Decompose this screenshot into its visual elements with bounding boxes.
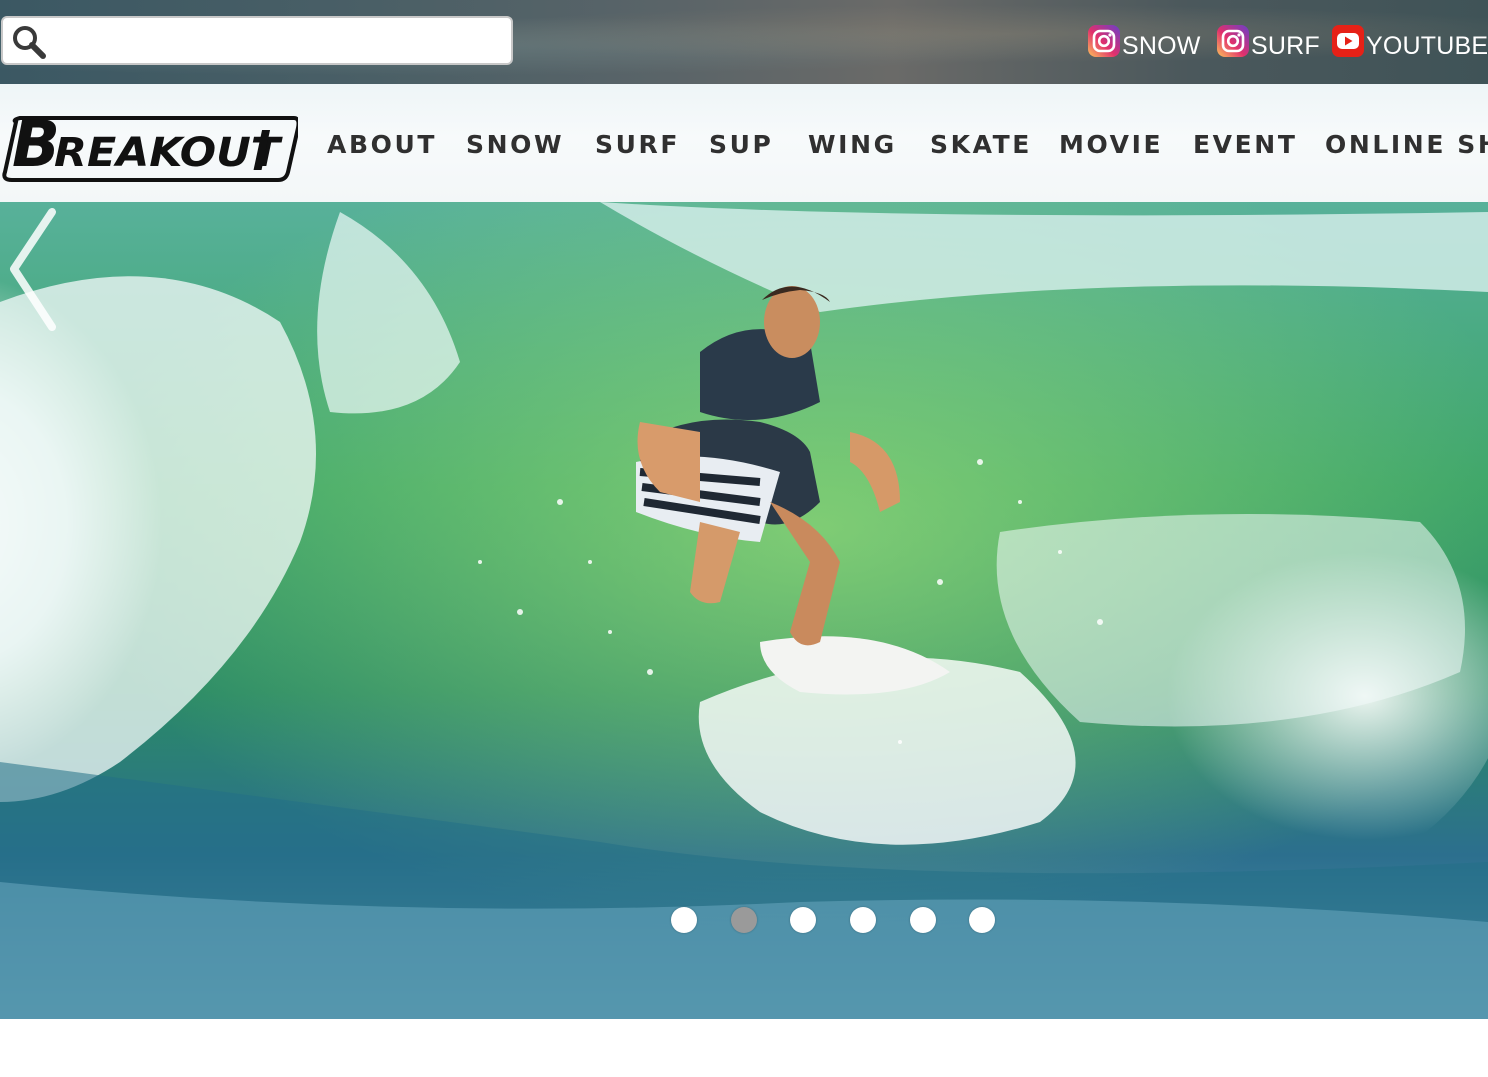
- slider-dot-active[interactable]: [731, 907, 757, 933]
- instagram-icon: [1088, 25, 1120, 57]
- slider-dot[interactable]: [850, 907, 876, 933]
- top-bar: SNOW SURF YOUTUBE: [0, 0, 1488, 84]
- search-input[interactable]: [55, 24, 507, 60]
- hero-slider[interactable]: [0, 202, 1488, 1019]
- instagram-snow-link[interactable]: SNOW: [1087, 24, 1201, 64]
- nav-item-skate[interactable]: SKATE: [930, 130, 1032, 170]
- nav-item-movie[interactable]: MOVIE: [1059, 130, 1163, 170]
- nav-item-snow[interactable]: SNOW: [466, 130, 564, 170]
- nav-item-wing[interactable]: WING: [808, 130, 897, 170]
- youtube-link[interactable]: YOUTUBE: [1331, 24, 1488, 64]
- social-label-youtube: YOUTUBE: [1366, 32, 1488, 60]
- nav-item-event[interactable]: EVENT: [1193, 130, 1297, 170]
- slider-dot[interactable]: [790, 907, 816, 933]
- nav-item-surf[interactable]: SURF: [595, 130, 680, 170]
- nav-item-sup[interactable]: SUP: [709, 130, 773, 170]
- instagram-surf-link[interactable]: SURF: [1216, 24, 1320, 64]
- youtube-icon: [1332, 25, 1364, 57]
- main-nav: ABOUT SNOW SURF SUP WING SKATE MOVIE EVE…: [0, 130, 1488, 170]
- instagram-icon: [1217, 25, 1249, 57]
- search-box[interactable]: [1, 16, 513, 65]
- search-icon[interactable]: [11, 24, 47, 60]
- slider-dot[interactable]: [969, 907, 995, 933]
- social-label-snow: SNOW: [1122, 32, 1201, 60]
- slider-dot[interactable]: [671, 907, 697, 933]
- nav-item-about[interactable]: ABOUT: [327, 130, 437, 170]
- hero-image: [0, 202, 1488, 1019]
- chevron-left-icon[interactable]: [0, 202, 70, 337]
- slider-pagination: [0, 907, 1488, 935]
- social-label-surf: SURF: [1251, 32, 1320, 60]
- slider-dot[interactable]: [910, 907, 936, 933]
- nav-item-online-shop[interactable]: ONLINE SHO: [1325, 130, 1488, 170]
